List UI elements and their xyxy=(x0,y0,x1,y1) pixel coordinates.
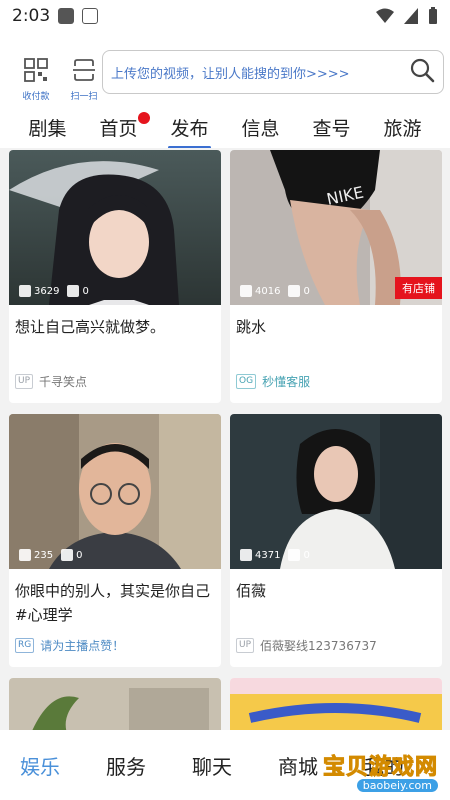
card-title: 跳水 xyxy=(236,318,267,336)
qr-grid-icon xyxy=(24,57,48,82)
like-hand-icon xyxy=(240,285,252,297)
wifi-icon xyxy=(376,8,394,23)
author-name: 请为主播点赞！ xyxy=(40,638,125,653)
header: 收付款 扫一扫 上传您的视频，让别人能搜的到你>>>> xyxy=(14,48,444,110)
search-icon[interactable] xyxy=(409,57,435,87)
tab-messages[interactable]: 信息 xyxy=(239,110,281,145)
level-tag: UP xyxy=(15,373,34,389)
notification-a-icon xyxy=(82,8,99,24)
search-placeholder: 上传您的视频，让别人能搜的到你>>>> xyxy=(111,66,350,82)
card-title: 佰薇 xyxy=(236,582,267,600)
level-tag: OG xyxy=(236,373,257,389)
tab-travel[interactable]: 旅游 xyxy=(381,110,423,145)
battery-icon xyxy=(429,7,437,24)
tab-home[interactable]: 首页 xyxy=(97,110,150,145)
video-thumbnail[interactable] xyxy=(9,678,221,730)
video-thumbnail[interactable] xyxy=(230,678,442,730)
card-author[interactable]: UP 千寻笑点 xyxy=(9,369,221,403)
video-card[interactable] xyxy=(230,678,442,730)
video-card[interactable]: 235 0 你眼中的别人，其实是你自己#心理学 RG 请为主播点赞！ xyxy=(9,414,221,667)
video-thumbnail[interactable]: 3629 0 xyxy=(9,150,221,305)
like-hand-icon xyxy=(19,549,31,561)
comment-icon xyxy=(67,285,80,297)
search-input[interactable]: 上传您的视频，让别人能搜的到你>>>> xyxy=(102,50,444,94)
watermark-url: baobeiy.com xyxy=(356,779,438,792)
card-author[interactable]: UP 佰薇娶线123736737 xyxy=(230,633,442,667)
red-dot-badge xyxy=(137,111,150,124)
author-name: 千寻笑点 xyxy=(39,374,88,389)
card-title: 你眼中的别人，其实是你自己#心理学 xyxy=(15,582,211,624)
nav-service[interactable]: 服务 xyxy=(106,751,192,780)
tab-drama[interactable]: 剧集 xyxy=(26,110,68,145)
app-notification-icon xyxy=(58,8,75,24)
video-stats: 4016 0 xyxy=(240,285,310,297)
card-author[interactable]: OG 秒懂客服 xyxy=(230,369,442,403)
level-tag: RG xyxy=(15,637,35,653)
author-name: 佰薇娶线123736737 xyxy=(260,638,377,653)
tab-lookup[interactable]: 查号 xyxy=(310,110,352,145)
payment-label: 收付款 xyxy=(22,91,50,102)
card-title: 想让自己高兴就做梦。 xyxy=(15,318,166,336)
scan-icon xyxy=(73,58,95,81)
comment-icon xyxy=(288,549,301,561)
scan-label: 扫一扫 xyxy=(70,91,98,102)
video-stats: 235 0 xyxy=(19,549,82,561)
shop-badge[interactable]: 有店铺 xyxy=(395,277,442,299)
status-time: 2:03 xyxy=(12,6,51,26)
status-bar: 2:03 xyxy=(0,0,450,32)
card-author[interactable]: RG 请为主播点赞！ xyxy=(9,633,221,667)
video-feed: 3629 0 想让自己高兴就做梦。 UP 千寻笑点 NIKE 4016 0 有店… xyxy=(0,148,450,730)
payment-button[interactable]: 收付款 xyxy=(14,57,58,102)
video-card[interactable] xyxy=(9,678,221,730)
video-card[interactable]: 3629 0 想让自己高兴就做梦。 UP 千寻笑点 xyxy=(9,150,221,403)
level-tag: UP xyxy=(236,637,255,653)
tab-publish[interactable]: 发布 xyxy=(168,110,211,149)
video-card[interactable]: 4371 0 佰薇 UP 佰薇娶线123736737 xyxy=(230,414,442,667)
video-thumbnail[interactable]: 235 0 xyxy=(9,414,221,569)
scan-button[interactable]: 扫一扫 xyxy=(62,57,106,102)
author-name: 秒懂客服 xyxy=(262,374,311,389)
video-card[interactable]: NIKE 4016 0 有店铺 跳水 OG 秒懂客服 xyxy=(230,150,442,403)
video-stats: 4371 0 xyxy=(240,549,310,561)
video-thumbnail[interactable]: NIKE 4016 0 有店铺 xyxy=(230,150,442,305)
site-watermark: 宝贝游戏网 baobeiy.com xyxy=(322,749,438,792)
category-tabs: 剧集 首页 发布 信息 查号 旅游 xyxy=(0,108,450,149)
video-thumbnail[interactable]: 4371 0 xyxy=(230,414,442,569)
nav-entertainment[interactable]: 娱乐 xyxy=(20,751,106,780)
like-hand-icon xyxy=(240,549,252,561)
video-stats: 3629 0 xyxy=(19,285,89,297)
nav-chat[interactable]: 聊天 xyxy=(192,751,278,780)
watermark-title: 宝贝游戏网 xyxy=(322,755,438,781)
cell-signal-icon xyxy=(404,8,418,24)
like-hand-icon xyxy=(19,285,31,297)
comment-icon xyxy=(288,285,301,297)
comment-icon xyxy=(61,549,74,561)
